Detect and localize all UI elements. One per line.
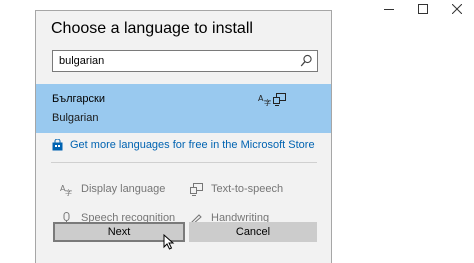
svg-text:字: 字	[65, 188, 72, 196]
screen: Choose a language to install bulgarian Б…	[0, 0, 474, 263]
svg-text:字: 字	[264, 98, 271, 106]
display-language-icon: A 字	[258, 94, 271, 106]
close-button[interactable]	[440, 0, 474, 18]
maximize-button[interactable]	[406, 0, 440, 18]
choose-language-dialog: Choose a language to install bulgarian Б…	[35, 10, 332, 263]
display-language-icon: A 字	[60, 184, 72, 196]
feature-label: Display language	[81, 183, 166, 195]
microsoft-store-link[interactable]: Get more languages for free in the Micro…	[52, 138, 315, 152]
minimize-icon	[384, 9, 394, 10]
language-english-name: Bulgarian	[52, 112, 99, 124]
mouse-cursor-icon	[163, 234, 175, 250]
minimize-button[interactable]	[372, 0, 406, 18]
divider	[51, 162, 317, 163]
dialog-title: Choose a language to install	[51, 20, 253, 37]
search-input[interactable]: bulgarian	[59, 55, 104, 67]
store-bag-icon	[52, 139, 63, 151]
text-to-speech-icon	[190, 182, 203, 196]
cancel-button[interactable]: Cancel	[189, 222, 317, 242]
text-to-speech-icon	[273, 93, 286, 106]
feature-label: Text-to-speech	[211, 183, 284, 195]
language-result-bulgarian[interactable]: Български Bulgarian A 字	[36, 84, 331, 133]
language-native-name: Български	[52, 93, 105, 105]
search-box[interactable]: bulgarian	[52, 50, 318, 72]
feature-display-language: A 字 Display language	[60, 182, 165, 196]
maximize-icon	[418, 4, 428, 14]
close-icon	[452, 4, 462, 14]
search-icon[interactable]	[300, 54, 313, 68]
feature-text-to-speech: Text-to-speech	[190, 182, 283, 196]
window-controls	[372, 0, 474, 18]
store-link-label[interactable]: Get more languages for free in the Micro…	[70, 139, 315, 151]
